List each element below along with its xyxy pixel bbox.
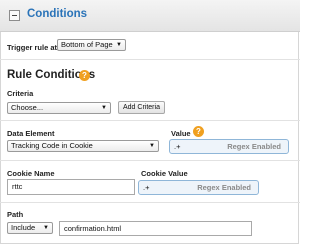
dropdown-arrow-icon: ▼	[101, 105, 107, 111]
divider	[0, 120, 300, 121]
criteria-value: Choose...	[11, 103, 44, 112]
trigger-rule-select[interactable]: Bottom of Page ▼	[57, 39, 126, 51]
cookie-name-input[interactable]: rttc	[7, 179, 135, 195]
dropdown-arrow-icon: ▼	[43, 225, 49, 231]
criteria-select[interactable]: Choose... ▼	[7, 102, 111, 114]
cookie-name-label: Cookie Name	[7, 169, 55, 178]
dropdown-arrow-icon: ▼	[116, 42, 122, 48]
cookie-value-label: Cookie Value	[141, 169, 188, 178]
data-element-value: Tracking Code in Cookie	[11, 141, 93, 150]
value-regex-input[interactable]: .+ Regex Enabled	[169, 139, 289, 154]
criteria-label: Criteria	[7, 89, 34, 98]
add-criteria-button[interactable]: Add Criteria	[118, 101, 165, 114]
cookie-value-text: .+	[143, 183, 150, 192]
data-element-select[interactable]: Tracking Code in Cookie ▼	[7, 140, 159, 152]
cookie-value-regex-input[interactable]: .+ Regex Enabled	[138, 180, 259, 195]
path-operator-value: Include	[11, 223, 36, 232]
help-icon[interactable]: ?	[193, 126, 204, 137]
value-text: .+	[174, 142, 181, 151]
path-input[interactable]: confirmation.html	[59, 221, 252, 236]
conditions-panel	[0, 0, 299, 244]
dropdown-arrow-icon: ▼	[149, 143, 155, 149]
divider	[0, 202, 300, 203]
divider	[0, 160, 300, 161]
regex-enabled-tag: Regex Enabled	[197, 183, 251, 192]
help-icon[interactable]: ?	[79, 70, 90, 81]
trigger-rule-value: Bottom of Page	[61, 40, 113, 49]
conditions-header[interactable]: Conditions	[0, 0, 300, 32]
regex-enabled-tag: Regex Enabled	[227, 142, 281, 151]
path-label: Path	[7, 210, 24, 219]
data-element-label: Data Element	[7, 129, 55, 138]
path-operator-select[interactable]: Include ▼	[7, 222, 53, 234]
value-label: Value	[171, 129, 191, 138]
conditions-title: Conditions	[27, 8, 88, 20]
trigger-rule-label: Trigger rule at	[7, 43, 58, 52]
divider	[0, 59, 300, 60]
collapse-icon[interactable]	[9, 10, 20, 21]
